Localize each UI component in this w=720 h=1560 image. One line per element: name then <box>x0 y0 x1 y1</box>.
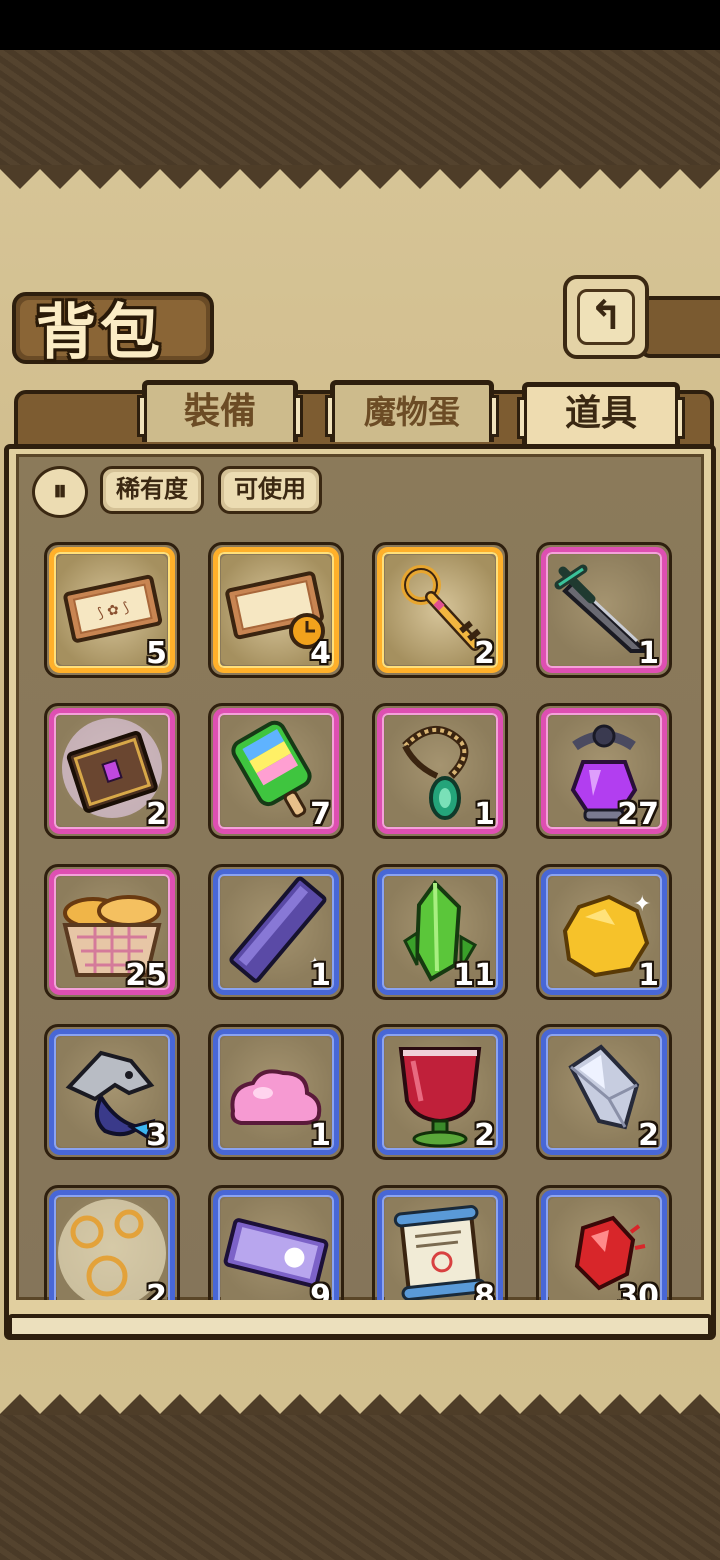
tab-pin <box>675 397 685 439</box>
inventory-slot[interactable]: 11 <box>372 864 508 1000</box>
inventory-slot[interactable]: 2 <box>372 542 508 678</box>
back-button-rail <box>640 296 720 358</box>
inventory-slot[interactable]: 8 <box>372 1185 508 1300</box>
inventory-slot[interactable]: 5 <box>44 542 180 678</box>
inventory-slot[interactable]: 2 <box>44 703 180 839</box>
inventory-slot[interactable]: 3 <box>44 1024 180 1160</box>
inventory-slot[interactable]: 2 <box>372 1024 508 1160</box>
tab-equipment[interactable]: 裝備 <box>137 380 303 442</box>
inventory-slot[interactable]: 9 <box>208 1185 344 1300</box>
item-count: 8 <box>474 1279 495 1300</box>
item-count: 2 <box>146 797 167 832</box>
inventory-slot[interactable]: 4 <box>208 542 344 678</box>
tab-pin <box>517 397 527 439</box>
item-count: 2 <box>638 1118 659 1153</box>
item-count: 25 <box>125 958 167 993</box>
panel-bottom-rail <box>8 1314 712 1338</box>
item-count: 11 <box>453 958 495 993</box>
page-title: 背包 <box>36 298 164 368</box>
item-count: 1 <box>474 797 495 832</box>
item-count: 2 <box>146 1279 167 1300</box>
tab-label: 裝備 <box>183 391 256 432</box>
item-count: 1 <box>310 1118 331 1153</box>
tab-pin <box>325 395 335 437</box>
inventory-slot[interactable]: 30 <box>536 1185 672 1300</box>
tab-pin <box>293 395 303 437</box>
item-count: 1 <box>638 636 659 671</box>
filter-usable-label: 可使用 <box>234 475 306 503</box>
inventory-slot[interactable]: 1 <box>536 542 672 678</box>
tab-label: 道具 <box>564 393 637 434</box>
item-count: 4 <box>310 636 331 671</box>
zigzag-border-top <box>0 165 720 189</box>
tab-monster-eggs[interactable]: 魔物蛋 <box>325 380 499 442</box>
item-count: 3 <box>146 1118 167 1153</box>
item-count: 2 <box>474 636 495 671</box>
filter-rarity-label: 稀有度 <box>116 475 188 503</box>
item-count: 5 <box>146 636 167 671</box>
zigzag-border-bottom <box>0 1394 720 1418</box>
return-arrow-icon: ↰ <box>577 289 635 345</box>
tab-pin <box>137 395 147 437</box>
inventory-slot[interactable]: 2 <box>44 1185 180 1300</box>
back-button[interactable]: ↰ <box>563 275 649 359</box>
inventory-slot[interactable]: 1 <box>372 703 508 839</box>
world-map-background-bottom <box>0 1415 720 1560</box>
tab-pin <box>489 395 499 437</box>
item-count: 2 <box>474 1118 495 1153</box>
item-count: 1 <box>638 958 659 993</box>
item-count: 30 <box>617 1279 659 1300</box>
inventory-slot[interactable]: 27 <box>536 703 672 839</box>
item-count: 9 <box>310 1279 331 1300</box>
item-count: 7 <box>310 797 331 832</box>
world-map-background-top <box>0 50 720 165</box>
item-count: 1 <box>310 958 331 993</box>
inventory-slot[interactable]: 1 <box>208 1024 344 1160</box>
inventory-slot[interactable]: 1 <box>536 864 672 1000</box>
tab-label: 魔物蛋 <box>363 393 460 431</box>
item-grid: 5 4 2 1 2 7 1 27 25 1 11 1 3 1 2 2 2 9 8 30 <box>16 454 704 1300</box>
inventory-slot[interactable]: 25 <box>44 864 180 1000</box>
inventory-slot[interactable]: 1 <box>208 864 344 1000</box>
inventory-slot[interactable]: 2 <box>536 1024 672 1160</box>
item-count: 27 <box>617 797 659 832</box>
status-bar <box>0 0 720 50</box>
inventory-slot[interactable]: 7 <box>208 703 344 839</box>
